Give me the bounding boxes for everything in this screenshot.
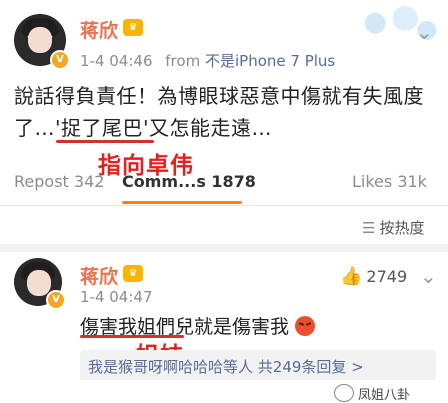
- watermark: 凤姐八卦: [334, 384, 410, 403]
- post-text-line2-pre: 了…': [14, 116, 61, 140]
- comment-like-button[interactable]: 👍 2749: [340, 266, 407, 287]
- post-text-highlight: 捉了尾巴: [61, 116, 143, 140]
- vip-crown-icon: ♛: [123, 19, 143, 36]
- tab-active-indicator: [122, 201, 242, 204]
- post-avatar[interactable]: V: [14, 14, 70, 70]
- verified-v-icon: V: [46, 290, 66, 310]
- post-source[interactable]: 不是iPhone 7 Plus: [205, 52, 335, 70]
- comment-text-rest: 就是傷害我: [194, 316, 290, 338]
- sort-lines-icon: ☰: [362, 219, 376, 237]
- sort-button[interactable]: ☰ 按热度: [362, 217, 424, 238]
- comment-replies-link[interactable]: 我是猴哥呀啊哈哈哈等人 共249条回复 >: [88, 356, 364, 377]
- post-date: 1-4 04:46: [80, 52, 153, 70]
- tabs-divider: [0, 205, 448, 206]
- post-author-name[interactable]: 蒋欣: [80, 16, 118, 43]
- post-text-line2-post: '又怎能走遠…: [143, 116, 272, 140]
- comment-like-count: 2749: [366, 267, 408, 286]
- angry-emoji-icon: [295, 316, 316, 336]
- more-dots-icon[interactable]: ⌄: [416, 20, 433, 44]
- tab-likes[interactable]: Likes 31k: [352, 172, 427, 191]
- comment-more-icon[interactable]: ⌄: [420, 264, 437, 288]
- sort-label: 按热度: [379, 219, 425, 237]
- section-separator: [0, 244, 448, 252]
- comment-author-name[interactable]: 蒋欣: [80, 262, 118, 289]
- post-highlight-underline: [56, 140, 154, 143]
- watermark-logo-icon: [334, 384, 354, 402]
- watermark-text: 凤姐八卦: [358, 388, 411, 403]
- verified-v-icon: V: [50, 50, 70, 70]
- vip-crown-icon: ♛: [123, 265, 143, 282]
- comment-date: 1-4 04:47: [80, 288, 153, 306]
- post-text-line1: 說話得負責任！為博眼球惡意中傷就有失風度: [14, 84, 424, 108]
- post-from-label: from: [165, 52, 201, 70]
- post-meta: 1-4 04:46 from 不是iPhone 7 Plus: [80, 50, 335, 71]
- tab-comments[interactable]: Comm...s 1878: [122, 172, 256, 191]
- tab-repost[interactable]: Repost 342: [14, 172, 104, 191]
- comment-avatar[interactable]: V: [14, 258, 66, 310]
- thumbs-up-icon: 👍: [340, 266, 363, 287]
